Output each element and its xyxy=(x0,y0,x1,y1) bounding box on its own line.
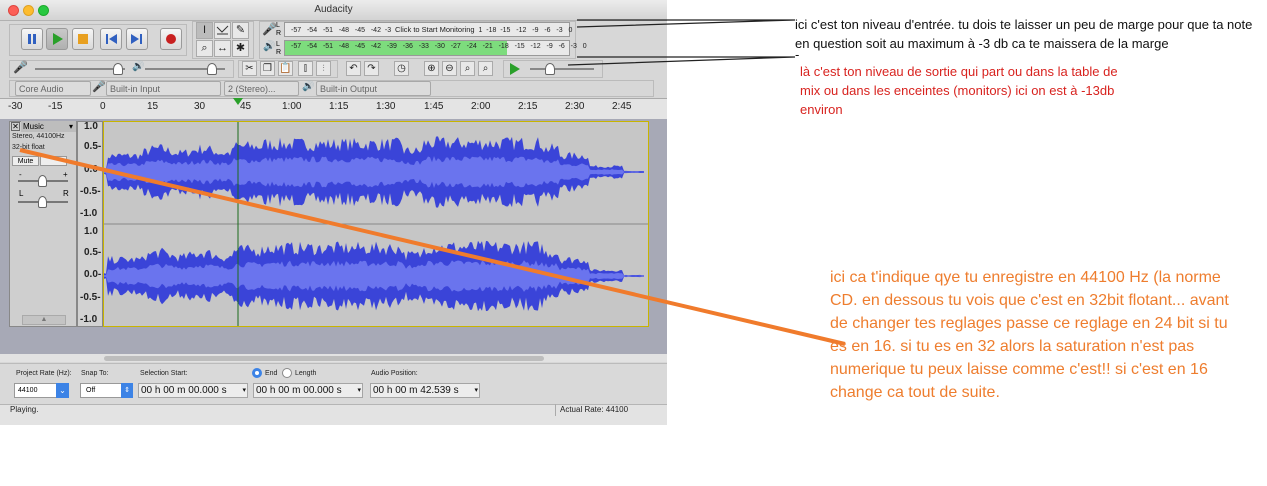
annotation-output-level: là c'est ton niveau de sortie qui part o… xyxy=(800,64,1118,117)
annotation-format: ici ca t'indique qye tu enregistre en 44… xyxy=(830,269,1229,401)
annotation-input-dash: - xyxy=(795,47,800,62)
annotation-input-level: ici c'est ton niveau d'entrée. tu dois t… xyxy=(795,17,1253,51)
format-arrow xyxy=(19,148,846,346)
output-arrow xyxy=(567,56,796,66)
input-arrow xyxy=(576,19,796,28)
